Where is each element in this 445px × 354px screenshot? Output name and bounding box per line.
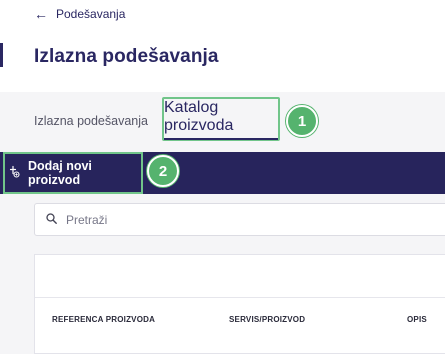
page-header: ← Podešavanja Izlazna podešavanja (0, 0, 445, 92)
back-link-label: Podešavanja (56, 7, 126, 21)
products-table: REFERENCA PROIZVODA SERVIS/PROIZVOD OPIS (34, 254, 445, 354)
step-badge-2: 2 (147, 155, 179, 187)
column-header-service[interactable]: SERVIS/PROIZVOD (229, 315, 305, 324)
search-input[interactable] (66, 212, 406, 227)
search-box (34, 203, 445, 236)
tab-izlazna-podesavanja[interactable]: Izlazna podešavanja (34, 114, 148, 128)
page-title: Izlazna podešavanja (34, 46, 219, 67)
accent-bar (0, 43, 3, 67)
add-product-label: Dodaj novi proizvod (28, 159, 92, 187)
arrow-left-icon: ← (34, 6, 48, 22)
column-header-description[interactable]: OPIS (407, 315, 427, 324)
search-icon (46, 211, 57, 229)
table-divider (35, 297, 445, 298)
column-header-reference[interactable]: REFERENCA PROIZVODA (52, 315, 155, 324)
tab-katalog-proizvoda[interactable]: Katalog proizvoda (162, 97, 280, 141)
add-product-button[interactable]: Dodaj novi proizvod (3, 152, 143, 194)
tab-katalog-proizvoda-label: Katalog proizvoda (164, 99, 278, 140)
add-product-icon (8, 165, 22, 182)
step-badge-1: 1 (286, 105, 318, 137)
back-link[interactable]: ← Podešavanja (34, 4, 125, 24)
